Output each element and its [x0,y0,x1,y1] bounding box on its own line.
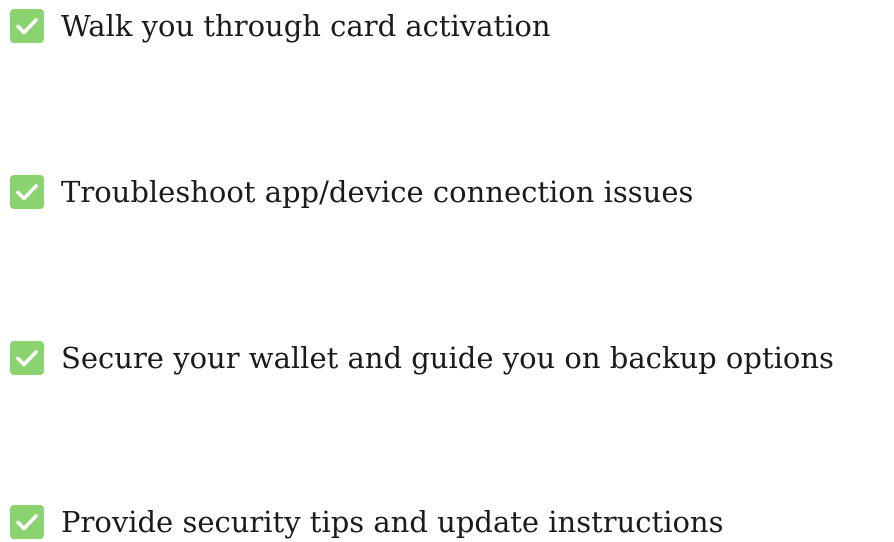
list-item: Troubleshoot app/device connection issue… [10,172,693,212]
check-box-icon [10,9,44,43]
list-item: Walk you through card activation [10,6,551,46]
list-item: Secure your wallet and guide you on back… [10,338,834,378]
check-box-icon [10,341,44,375]
list-item: Provide security tips and update instruc… [10,502,723,542]
list-item-label: Walk you through card activation [61,9,551,43]
list-item-label: Provide security tips and update instruc… [61,505,724,539]
check-box-icon [10,175,44,209]
check-box-icon [10,505,44,539]
list-item-label: Secure your wallet and guide you on back… [61,341,834,375]
checklist: Walk you through card activation Trouble… [0,0,894,539]
list-item-label: Troubleshoot app/device connection issue… [61,175,694,209]
